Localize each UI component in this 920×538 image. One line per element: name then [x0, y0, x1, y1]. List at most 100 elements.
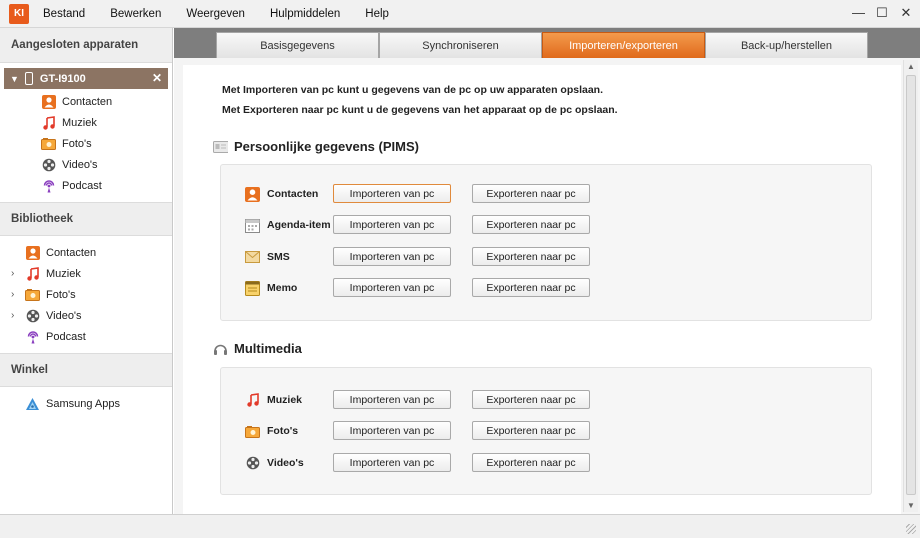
- menu-bestand[interactable]: Bestand: [43, 8, 85, 20]
- status-bar: [0, 514, 920, 538]
- menu-help[interactable]: Help: [365, 8, 389, 20]
- library-header: Bibliotheek: [0, 202, 172, 236]
- headphones-icon: [213, 342, 228, 356]
- multimedia-title: Multimedia: [213, 341, 302, 356]
- contacts-icon: [245, 186, 260, 202]
- music-icon: [245, 393, 260, 407]
- media-row-fotos: Foto's: [245, 422, 298, 440]
- id-card-icon: [213, 140, 228, 154]
- chevron-right-icon[interactable]: ›: [11, 268, 21, 279]
- device-item-contacten[interactable]: Contacten: [0, 91, 172, 112]
- disconnect-icon[interactable]: ✕: [152, 71, 162, 85]
- export-sms-button[interactable]: Exporteren naar pc: [472, 247, 590, 266]
- media-row-muziek: Muziek: [245, 391, 302, 409]
- sidebar: Aangesloten apparaten ▼ GT-I9100 ✕ Conta…: [0, 28, 173, 514]
- menu-bewerken[interactable]: Bewerken: [110, 8, 161, 20]
- tab-importeren-exporteren[interactable]: Importeren/exporteren: [542, 32, 705, 58]
- tab-basisgegevens[interactable]: Basisgegevens: [216, 32, 379, 58]
- export-memo-button[interactable]: Exporteren naar pc: [472, 278, 590, 297]
- tree-label: Podcast: [62, 179, 102, 192]
- memo-icon: [245, 280, 260, 296]
- chevron-right-icon[interactable]: ›: [11, 310, 21, 321]
- scroll-up-icon[interactable]: ▲: [907, 62, 915, 71]
- device-item-muziek[interactable]: Muziek: [0, 112, 172, 133]
- video-icon: [25, 309, 40, 323]
- tab-synchroniseren[interactable]: Synchroniseren: [379, 32, 542, 58]
- store-tree: Samsung Apps: [0, 387, 172, 420]
- media-row-videos: Video's: [245, 454, 304, 472]
- row-label-text: Memo: [267, 282, 298, 294]
- samsung-apps-icon: [25, 397, 40, 411]
- pims-title: Persoonlijke gegevens (PIMS): [213, 139, 419, 154]
- minimize-icon[interactable]: —: [852, 5, 865, 21]
- vertical-scrollbar[interactable]: ▲ ▼: [903, 60, 918, 512]
- import-fotos-button[interactable]: Importeren van pc: [333, 421, 451, 440]
- import-contacten-button[interactable]: Importeren van pc: [333, 184, 451, 203]
- pims-row-contacten: Contacten: [245, 185, 318, 203]
- intro-export-text: Met Exporteren naar pc kunt u de gegeven…: [222, 104, 618, 116]
- device-item-videos[interactable]: Video's: [0, 154, 172, 175]
- import-muziek-button[interactable]: Importeren van pc: [333, 390, 451, 409]
- device-item-podcast[interactable]: Podcast: [0, 175, 172, 196]
- tree-label: Muziek: [62, 116, 97, 129]
- main-area: Basisgegevens Synchroniseren Importeren/…: [174, 28, 920, 514]
- podcast-icon: [25, 330, 40, 344]
- chevron-down-icon[interactable]: ▼: [10, 74, 19, 84]
- tree-label: Samsung Apps: [46, 397, 120, 410]
- chevron-right-icon[interactable]: ›: [11, 289, 21, 300]
- export-contacten-button[interactable]: Exporteren naar pc: [472, 184, 590, 203]
- contacts-icon: [41, 94, 56, 109]
- connected-devices-header: Aangesloten apparaten: [0, 28, 172, 63]
- menu-hulpmiddelen[interactable]: Hulpmiddelen: [270, 8, 340, 20]
- calendar-icon: [245, 218, 260, 233]
- import-sms-button[interactable]: Importeren van pc: [333, 247, 451, 266]
- export-agenda-button[interactable]: Exporteren naar pc: [472, 215, 590, 234]
- scroll-down-icon[interactable]: ▼: [907, 501, 915, 510]
- resize-grip-icon[interactable]: [906, 524, 916, 534]
- intro-import-text: Met Importeren van pc kunt u gegevens va…: [222, 84, 603, 96]
- export-fotos-button[interactable]: Exporteren naar pc: [472, 421, 590, 440]
- pims-row-memo: Memo: [245, 279, 297, 297]
- app-logo-icon: KI: [9, 3, 29, 24]
- maximize-icon[interactable]: ☐: [876, 5, 888, 21]
- tree-label: Video's: [46, 309, 82, 322]
- tree-label: Podcast: [46, 330, 86, 343]
- podcast-icon: [41, 179, 56, 193]
- row-label-text: Agenda-item: [267, 219, 331, 231]
- pims-row-agenda: Agenda-item: [245, 216, 331, 234]
- import-memo-button[interactable]: Importeren van pc: [333, 278, 451, 297]
- contacts-icon: [25, 245, 40, 260]
- photo-icon: [41, 137, 56, 151]
- menu-bar: KI Bestand Bewerken Weergeven Hulpmiddel…: [0, 0, 920, 28]
- library-tree: Contacten › Muziek › Foto's › Video's Podca…: [0, 236, 172, 353]
- tab-back-up-herstellen[interactable]: Back-up/herstellen: [705, 32, 868, 58]
- library-item-muziek[interactable]: › Muziek: [0, 263, 172, 284]
- import-videos-button[interactable]: Importeren van pc: [333, 453, 451, 472]
- menu-weergeven[interactable]: Weergeven: [186, 8, 245, 20]
- close-window-icon[interactable]: ✕: [900, 5, 912, 21]
- library-item-videos[interactable]: › Video's: [0, 305, 172, 326]
- library-item-fotos[interactable]: › Foto's: [0, 284, 172, 305]
- export-videos-button[interactable]: Exporteren naar pc: [472, 453, 590, 472]
- tree-label: Muziek: [46, 267, 81, 280]
- device-item-fotos[interactable]: Foto's: [0, 133, 172, 154]
- photo-icon: [25, 288, 40, 302]
- device-row[interactable]: ▼ GT-I9100 ✕: [4, 68, 168, 89]
- library-item-podcast[interactable]: Podcast: [0, 326, 172, 347]
- content-panel: Met Importeren van pc kunt u gegevens va…: [183, 65, 901, 514]
- library-item-contacten[interactable]: Contacten: [0, 242, 172, 263]
- scrollbar-thumb[interactable]: [906, 75, 916, 495]
- multimedia-title-text: Multimedia: [234, 341, 302, 356]
- export-muziek-button[interactable]: Exporteren naar pc: [472, 390, 590, 409]
- tree-label: Video's: [62, 158, 98, 171]
- tab-bar: Basisgegevens Synchroniseren Importeren/…: [174, 28, 920, 58]
- store-item-samsung-apps[interactable]: Samsung Apps: [0, 393, 172, 414]
- pims-title-text: Persoonlijke gegevens (PIMS): [234, 139, 419, 154]
- device-name: GT-I9100: [39, 72, 86, 85]
- phone-icon: [24, 72, 33, 85]
- sms-icon: [245, 250, 260, 264]
- import-agenda-button[interactable]: Importeren van pc: [333, 215, 451, 234]
- row-label-text: Muziek: [267, 394, 303, 406]
- row-label-text: Video's: [267, 457, 304, 469]
- tree-label: Contacten: [46, 246, 97, 259]
